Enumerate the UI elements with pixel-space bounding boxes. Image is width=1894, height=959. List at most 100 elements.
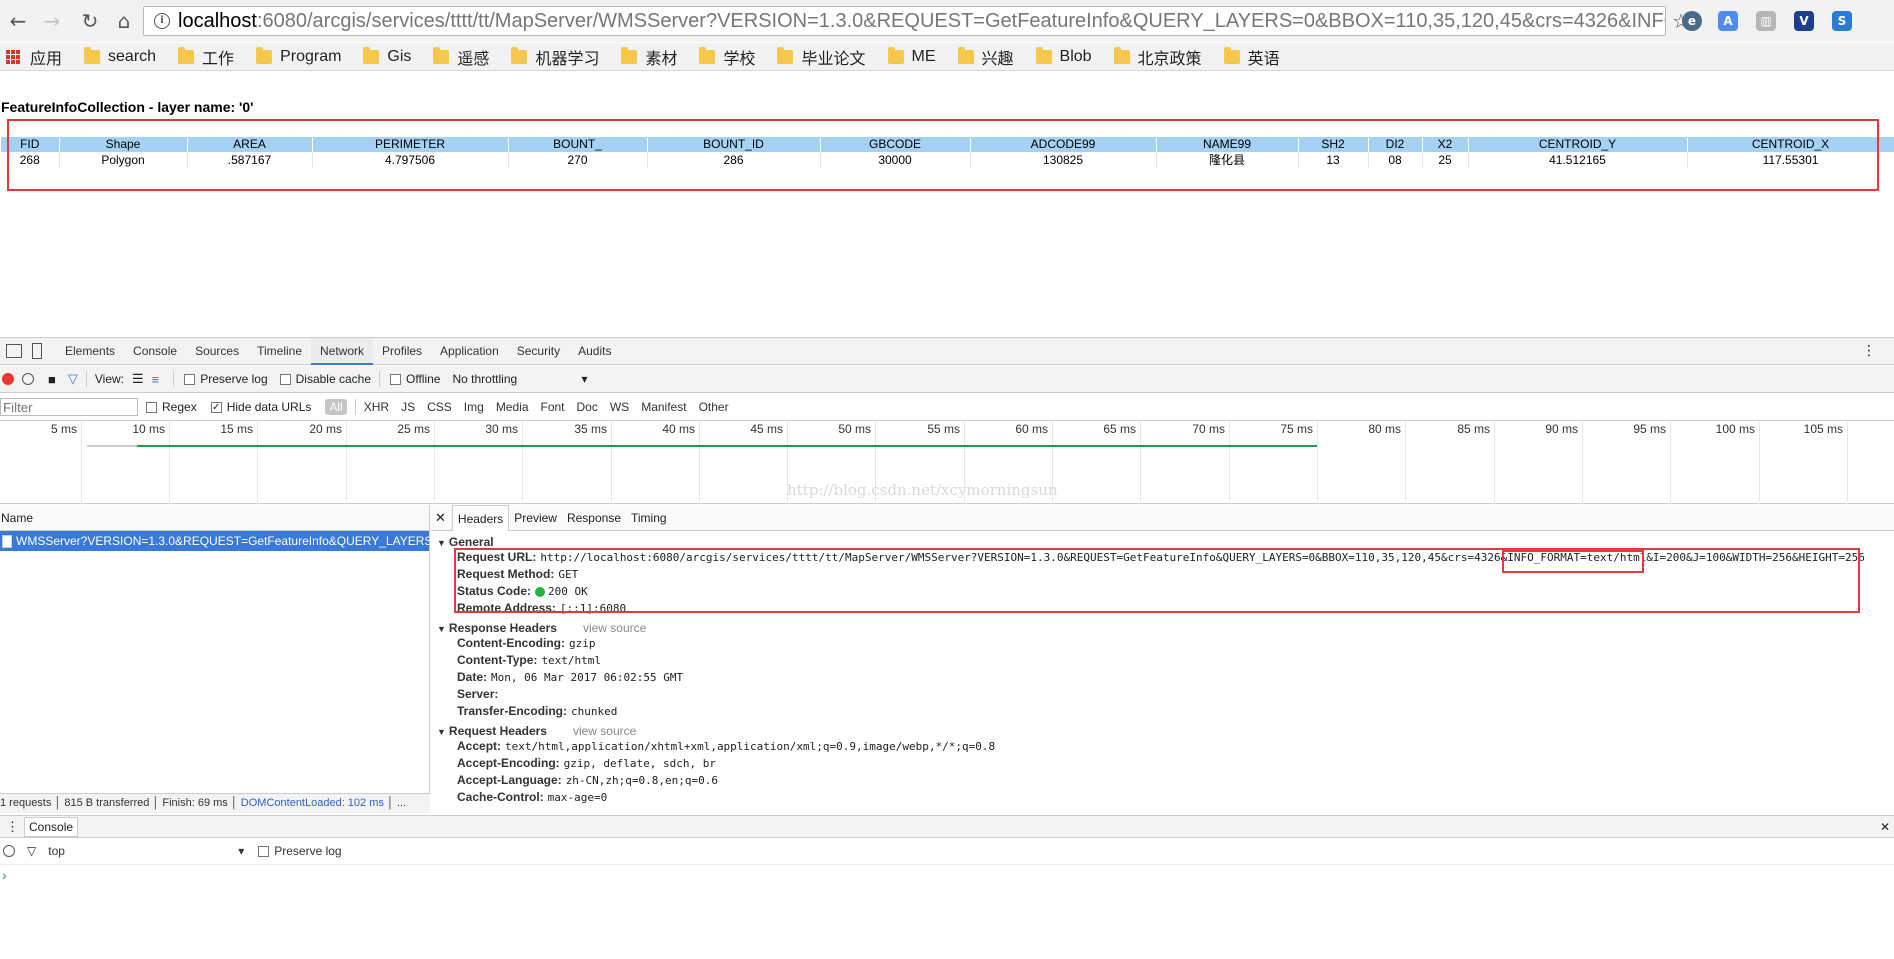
clear-console-icon[interactable] (3, 845, 15, 857)
more-menu-icon[interactable]: ⋮ (1862, 343, 1876, 359)
bookmark-folder[interactable]: 素材 (621, 45, 677, 69)
filter-input[interactable] (0, 398, 138, 416)
preserve-log-checkbox[interactable] (184, 373, 196, 385)
bookmark-folder[interactable]: 北京政策 (1113, 45, 1202, 69)
tab-network[interactable]: Network (311, 337, 374, 365)
tab-console[interactable]: Console (124, 338, 186, 365)
request-headers-section[interactable]: ▼ Request Headers view source (431, 724, 1894, 738)
drawer-menu-icon[interactable]: ⋮ (6, 819, 19, 835)
extension-e-icon[interactable]: e (1682, 11, 1702, 31)
bookmark-folder[interactable]: Program (256, 46, 341, 66)
timeline-tick: 45 ms (700, 422, 788, 504)
bookmark-folder[interactable]: ME (887, 46, 936, 66)
inspect-element-icon[interactable] (6, 344, 22, 358)
filter-type-manifest[interactable]: Manifest (641, 400, 686, 414)
tab-elements[interactable]: Elements (56, 338, 124, 365)
devtools-tab-bar: Elements Console Sources Timeline Networ… (0, 337, 1894, 365)
filter-type-css[interactable]: CSS (427, 400, 452, 414)
bookmark-folder[interactable]: 兴趣 (957, 45, 1014, 69)
home-icon[interactable]: ⌂ (110, 7, 138, 35)
tab-headers[interactable]: Headers (451, 505, 510, 531)
tab-sources[interactable]: Sources (186, 338, 248, 365)
disable-cache-checkbox[interactable] (279, 373, 291, 385)
address-bar[interactable]: i localhost:6080/arcgis/services/tttt/tt… (143, 6, 1666, 36)
translate-icon[interactable]: A (1718, 11, 1738, 31)
list-view-icon[interactable]: ☰ (132, 371, 144, 387)
header-row: Content-Encoding: gzip (457, 636, 596, 650)
tab-profiles[interactable]: Profiles (373, 338, 431, 365)
tab-preview[interactable]: Preview (509, 505, 562, 531)
bookmark-folder[interactable]: 机器学习 (511, 45, 599, 69)
bookmark-folder[interactable]: Gis (363, 46, 411, 66)
filter-type-media[interactable]: Media (496, 400, 529, 414)
response-headers-section[interactable]: ▼ Response Headers view source (431, 621, 1894, 635)
drawer-tab-bar: ⋮ Console ✕ (0, 816, 1894, 838)
filter-type-ws[interactable]: WS (610, 400, 629, 414)
timeline-tick: 35 ms (523, 422, 612, 504)
folder-icon (699, 46, 716, 64)
capture-screenshots-icon[interactable]: ■ (48, 372, 56, 387)
bookmark-apps[interactable]: 应用 (6, 45, 62, 69)
bookmark-folder[interactable]: Blob (1035, 46, 1092, 66)
request-row[interactable]: WMSServer?VERSION=1.3.0&REQUEST=GetFeatu… (0, 531, 429, 551)
tab-console-drawer[interactable]: Console (24, 816, 79, 837)
general-section[interactable]: ▼ General (431, 535, 1894, 549)
tab-timeline[interactable]: Timeline (248, 338, 311, 365)
highlight-box-info-format (1502, 550, 1644, 573)
reload-icon[interactable]: ↻ (76, 7, 104, 35)
bookmark-folder[interactable]: search (84, 46, 156, 66)
timeline-tick: 65 ms (1053, 422, 1141, 504)
waterfall-view-icon[interactable]: ≡ (152, 372, 160, 387)
back-icon[interactable]: ← (4, 7, 32, 35)
filter-type-img[interactable]: Img (464, 400, 484, 414)
console-prompt[interactable]: › (0, 867, 1894, 883)
filter-type-js[interactable]: JS (401, 400, 415, 414)
bookmark-folder[interactable]: 学校 (699, 45, 755, 69)
preserve-log-checkbox[interactable] (258, 845, 270, 857)
filter-type-all[interactable]: All (325, 399, 347, 415)
filter-type-font[interactable]: Font (541, 400, 565, 414)
extension-s-icon[interactable]: S (1832, 11, 1852, 31)
view-source-link[interactable]: view source (583, 621, 646, 635)
offline-checkbox[interactable] (390, 373, 401, 385)
bookmark-folder[interactable]: 遥感 (433, 45, 489, 69)
extension-gray-icon[interactable]: ▥ (1756, 11, 1776, 31)
folder-icon (1223, 46, 1240, 64)
tab-response[interactable]: Response (562, 505, 626, 531)
bookmark-folder[interactable]: 英语 (1223, 45, 1280, 69)
url-host: localhost (178, 9, 257, 32)
regex-checkbox[interactable] (146, 401, 157, 413)
timeline-request-bar (137, 445, 1317, 447)
forward-icon[interactable]: → (38, 7, 66, 35)
throttling-select[interactable]: No throttling ▾ (452, 372, 587, 386)
tab-timing[interactable]: Timing (626, 505, 672, 531)
bookmark-folder[interactable]: 工作 (178, 45, 234, 69)
name-column-header[interactable]: Name (0, 505, 429, 531)
folder-icon (363, 46, 380, 64)
tab-application[interactable]: Application (431, 338, 508, 365)
detail-tab-bar: ✕ Headers Preview Response Timing (431, 505, 1894, 531)
url-path: :6080/arcgis/services/tttt/tt/MapServer/… (256, 9, 1666, 32)
extension-v-icon[interactable]: V (1794, 11, 1814, 31)
site-info-icon[interactable]: i (154, 13, 170, 29)
filter-icon[interactable]: ▽ (68, 371, 78, 387)
tab-security[interactable]: Security (508, 338, 569, 365)
folder-icon (511, 46, 528, 64)
timeline-tick: 95 ms (1583, 422, 1671, 504)
bookmark-folder[interactable]: 毕业论文 (777, 45, 866, 69)
clear-icon[interactable] (22, 373, 34, 385)
hide-data-urls-checkbox[interactable]: ✓ (210, 401, 222, 413)
timeline-tick: 30 ms (435, 422, 523, 504)
record-icon[interactable] (2, 373, 14, 385)
view-source-link[interactable]: view source (573, 724, 636, 738)
filter-icon[interactable]: ▽ (27, 844, 36, 858)
tab-audits[interactable]: Audits (569, 338, 620, 365)
close-icon[interactable]: ✕ (435, 510, 446, 526)
timeline-waiting-bar (87, 445, 137, 447)
close-icon[interactable]: ✕ (1880, 820, 1890, 834)
filter-type-doc[interactable]: Doc (577, 400, 598, 414)
context-select[interactable]: top ▾ (48, 844, 244, 858)
filter-type-other[interactable]: Other (699, 400, 729, 414)
device-mode-icon[interactable] (32, 343, 42, 359)
filter-type-xhr[interactable]: XHR (364, 400, 389, 414)
